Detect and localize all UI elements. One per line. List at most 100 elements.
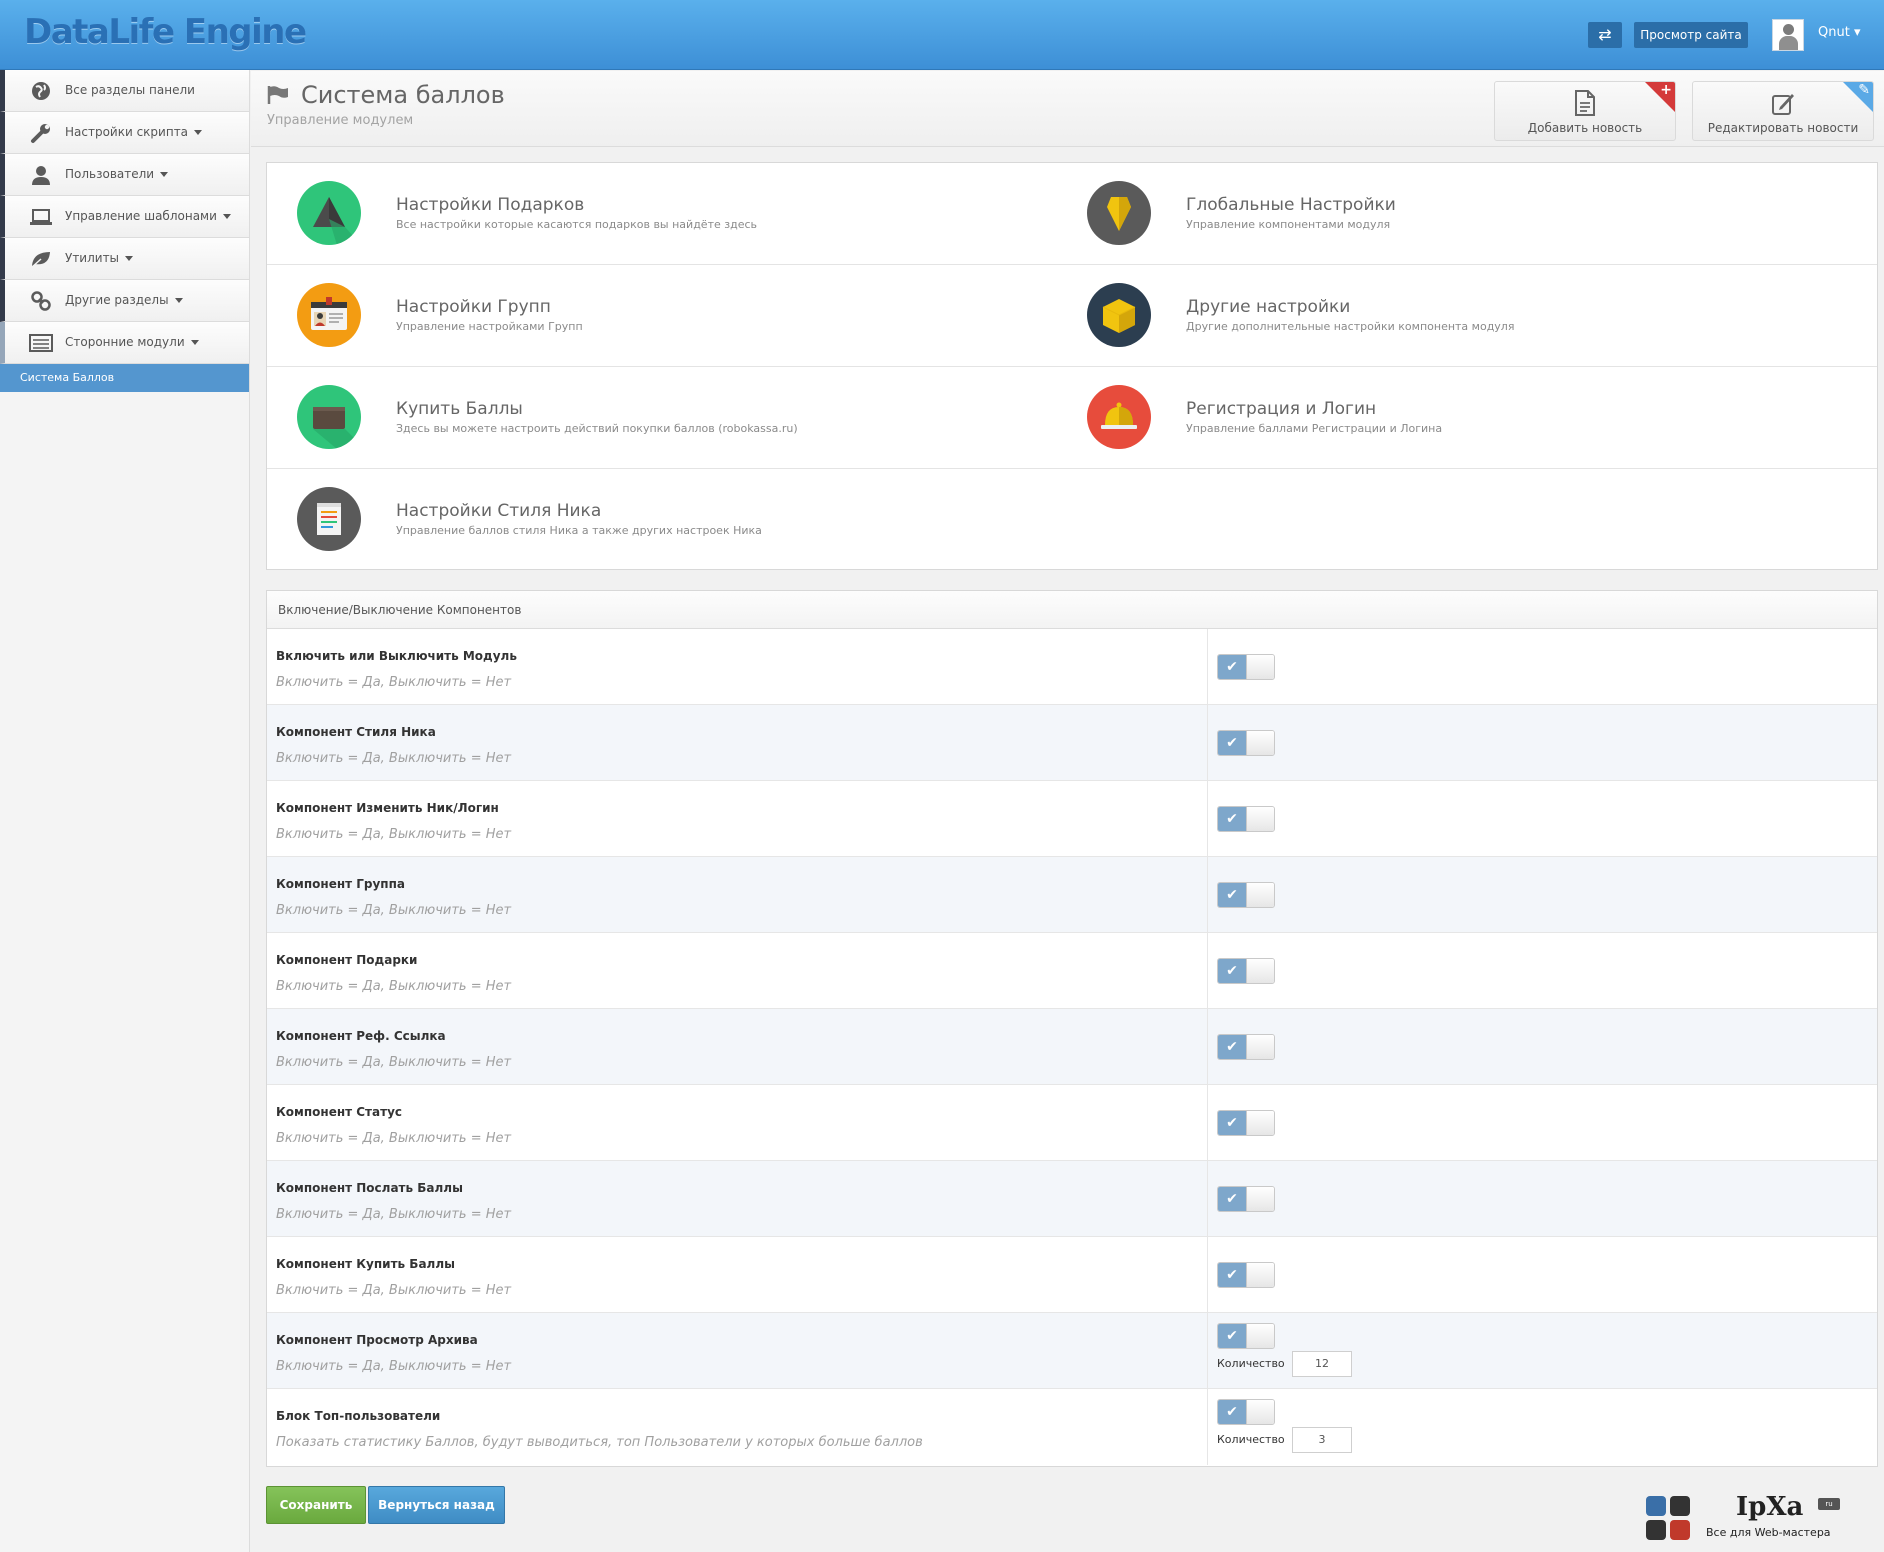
box-icon	[1087, 283, 1151, 347]
sidebar-item-other-sections[interactable]: Другие разделы	[0, 280, 249, 322]
module-buy-points[interactable]: Купить Баллы Здесь вы можете настроить д…	[267, 367, 1057, 469]
option-desc: Включить = Да, Выключить = Нет	[276, 1131, 512, 1146]
caret-down-icon	[222, 214, 231, 219]
option-desc: Включить = Да, Выключить = Нет	[276, 675, 512, 690]
module-title: Настройки Стиля Ника	[396, 501, 602, 521]
notepad-icon	[297, 487, 361, 551]
enable-toggle[interactable]: ✔	[1217, 882, 1275, 908]
check-icon: ✔	[1218, 807, 1246, 831]
enable-toggle[interactable]: ✔	[1217, 958, 1275, 984]
module-desc: Другие дополнительные настройки компонен…	[1186, 320, 1515, 333]
top-bar: DataLife Engine ⇄ Просмотр сайта Qnut ▾	[0, 0, 1884, 70]
enable-toggle[interactable]: ✔	[1217, 1034, 1275, 1060]
caret-down-icon	[125, 256, 134, 261]
avatar[interactable]	[1772, 19, 1804, 51]
option-title: Компонент Послать Баллы	[276, 1181, 463, 1195]
sidebar: Все разделы панели Настройки скрипта Пол…	[0, 70, 250, 1552]
sidebar-item-templates[interactable]: Управление шаблонами	[0, 196, 249, 238]
option-title: Компонент Подарки	[276, 953, 418, 967]
shield-icon	[1087, 181, 1151, 245]
option-title: Компонент Стиля Ника	[276, 725, 436, 739]
module-title: Настройки Групп	[396, 297, 551, 317]
user-menu[interactable]: Qnut ▾	[1818, 25, 1860, 40]
sidebar-item-all-sections[interactable]: Все разделы панели	[0, 70, 249, 112]
page-header: Система баллов Управление модулем + Доба…	[251, 71, 1884, 147]
option-title: Включить или Выключить Модуль	[276, 649, 517, 663]
check-icon: ✔	[1218, 1187, 1246, 1211]
option-row: Компонент Группа Включить = Да, Выключит…	[267, 857, 1877, 933]
option-row: Компонент Послать Баллы Включить = Да, В…	[267, 1161, 1877, 1237]
components-panel: Включение/Выключение Компонентов Включит…	[266, 590, 1878, 1467]
quantity-input[interactable]: 12	[1292, 1351, 1352, 1377]
sidebar-item-label: Пользователи	[65, 167, 155, 181]
module-desc: Управление баллов стиля Ника а также дру…	[396, 524, 762, 537]
enable-toggle[interactable]: ✔	[1217, 730, 1275, 756]
option-title: Блок Топ-пользователи	[276, 1409, 441, 1423]
module-title: Купить Баллы	[396, 399, 523, 419]
plus-icon: +	[1660, 82, 1672, 98]
module-title: Регистрация и Логин	[1186, 399, 1377, 419]
watermark-brand: IpXa	[1736, 1492, 1804, 1522]
sidebar-item-third-party-modules[interactable]: Сторонние модули	[0, 322, 249, 364]
grid-row: Настройки Групп Управление настройками Г…	[267, 265, 1877, 367]
enable-toggle[interactable]: ✔	[1217, 806, 1275, 832]
edit-news-button[interactable]: ✎ Редактировать новости	[1692, 81, 1874, 141]
option-desc: Включить = Да, Выключить = Нет	[276, 751, 512, 766]
check-icon: ✔	[1218, 959, 1246, 983]
id-card-icon	[297, 283, 361, 347]
module-gift-settings[interactable]: Настройки Подарков Все настройки которые…	[267, 163, 1057, 265]
switch-icon[interactable]: ⇄	[1588, 22, 1622, 48]
option-desc: Включить = Да, Выключить = Нет	[276, 1055, 512, 1070]
module-desc: Управление баллами Регистрации и Логина	[1186, 422, 1443, 435]
add-news-button[interactable]: + Добавить новость	[1494, 81, 1676, 141]
sidebar-item-script-settings[interactable]: Настройки скрипта	[0, 112, 249, 154]
enable-toggle[interactable]: ✔	[1217, 1110, 1275, 1136]
module-other-settings[interactable]: Другие настройки Другие дополнительные н…	[1057, 265, 1847, 367]
module-nick-style[interactable]: Настройки Стиля Ника Управление баллов с…	[267, 469, 1057, 571]
module-global-settings[interactable]: Глобальные Настройки Управление компонен…	[1057, 163, 1847, 265]
option-row: Компонент Реф. Ссылка Включить = Да, Вык…	[267, 1009, 1877, 1085]
option-row: Компонент Изменить Ник/Логин Включить = …	[267, 781, 1877, 857]
module-title: Настройки Подарков	[396, 195, 585, 215]
sidebar-item-label: Все разделы панели	[65, 83, 195, 97]
sidebar-item-users[interactable]: Пользователи	[0, 154, 249, 196]
add-news-label: Добавить новость	[1527, 121, 1643, 135]
sidebar-item-label: Сторонние модули	[65, 335, 185, 349]
caret-down-icon	[190, 340, 199, 345]
option-title: Компонент Просмотр Архива	[276, 1333, 478, 1347]
module-grid: Настройки Подарков Все настройки которые…	[266, 162, 1878, 570]
enable-toggle[interactable]: ✔	[1217, 1323, 1275, 1349]
enable-toggle[interactable]: ✔	[1217, 654, 1275, 680]
check-icon: ✔	[1218, 1263, 1246, 1287]
quantity-input[interactable]: 3	[1292, 1427, 1352, 1453]
option-title: Компонент Купить Баллы	[276, 1257, 455, 1271]
pencil-icon: ✎	[1858, 82, 1870, 98]
page-subtitle: Управление модулем	[267, 113, 414, 128]
sidebar-item-label: Утилиты	[65, 251, 120, 265]
watermark-logo: IpXa ru Все для Web-мастера	[1640, 1488, 1850, 1544]
module-registration-login[interactable]: Регистрация и Логин Управление баллами Р…	[1057, 367, 1847, 469]
enable-toggle[interactable]: ✔	[1217, 1262, 1275, 1288]
list-icon	[29, 332, 53, 354]
sidebar-subitem-points-system[interactable]: Система Баллов	[0, 364, 249, 392]
panel-header: Включение/Выключение Компонентов	[267, 591, 1877, 629]
app-logo[interactable]: DataLife Engine	[24, 12, 307, 52]
enable-toggle[interactable]: ✔	[1217, 1399, 1275, 1425]
enable-toggle[interactable]: ✔	[1217, 1186, 1275, 1212]
module-group-settings[interactable]: Настройки Групп Управление настройками Г…	[267, 265, 1057, 367]
user-icon	[29, 164, 53, 186]
option-title: Компонент Реф. Ссылка	[276, 1029, 446, 1043]
view-site-button[interactable]: Просмотр сайта	[1634, 22, 1748, 48]
option-desc: Показать статистику Баллов, будут выводи…	[276, 1435, 923, 1450]
check-icon: ✔	[1218, 1035, 1246, 1059]
grid-row: Купить Баллы Здесь вы можете настроить д…	[267, 367, 1877, 469]
grid-row: Настройки Стиля Ника Управление баллов с…	[267, 469, 1877, 571]
save-button[interactable]: Сохранить	[266, 1486, 366, 1524]
sidebar-item-utilities[interactable]: Утилиты	[0, 238, 249, 280]
watermark-tagline: Все для Web-мастера	[1706, 1526, 1831, 1539]
laptop-icon	[29, 206, 53, 228]
sidebar-item-label: Другие разделы	[65, 293, 169, 307]
check-icon: ✔	[1218, 883, 1246, 907]
sidebar-item-label: Управление шаблонами	[65, 209, 217, 223]
back-button[interactable]: Вернуться назад	[368, 1486, 505, 1524]
